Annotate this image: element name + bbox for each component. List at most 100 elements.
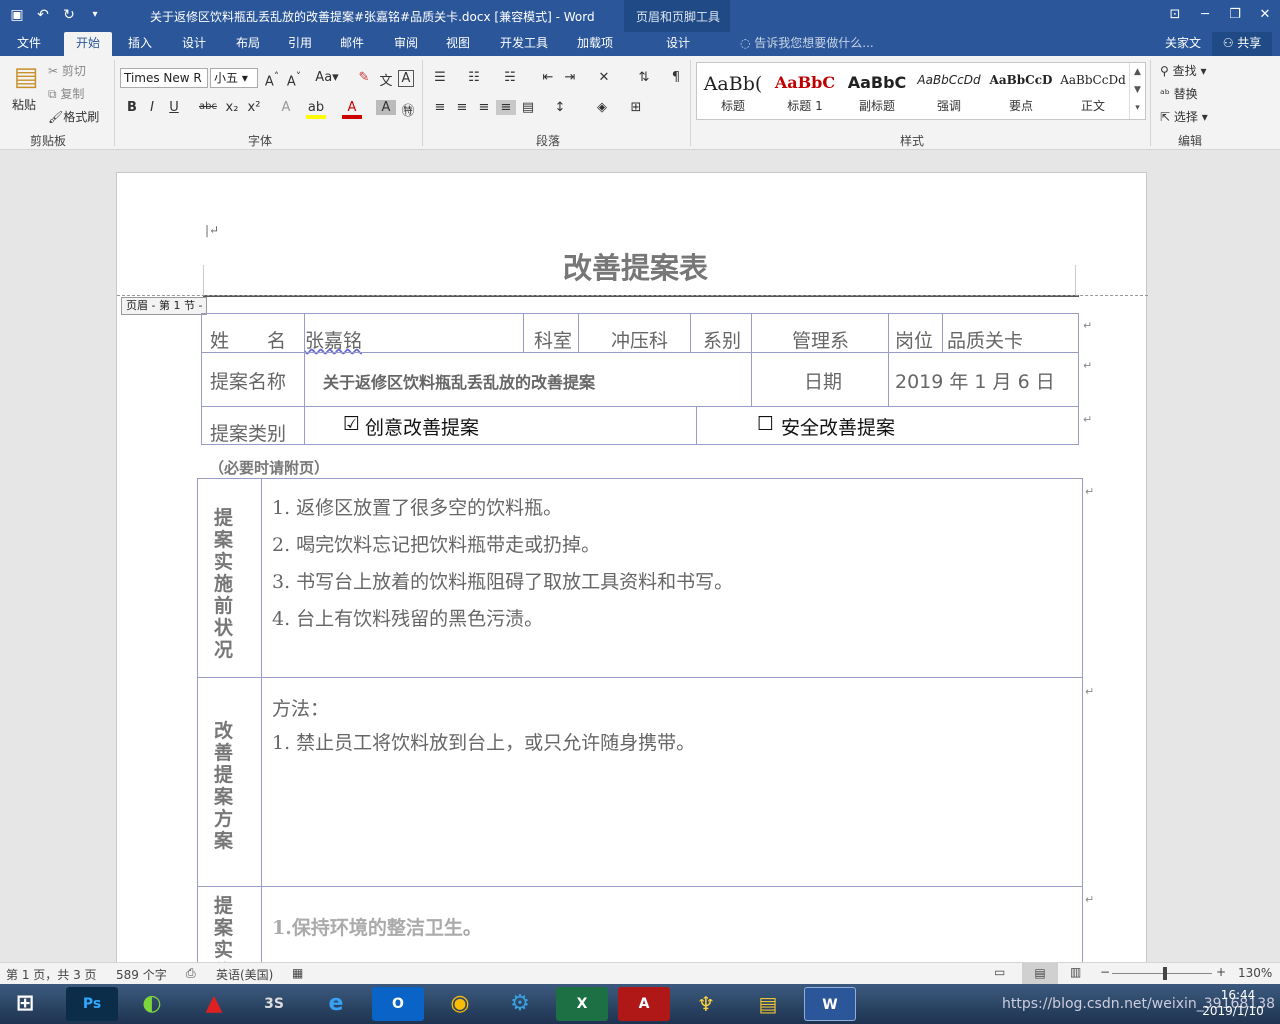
char-border-icon[interactable]: A [398, 70, 414, 87]
italic-icon[interactable]: I [142, 100, 162, 115]
subscript-icon[interactable]: x₂ [222, 100, 242, 115]
acrobat-icon[interactable]: A [618, 987, 670, 1021]
copy-button[interactable]: ⧉ 复制 [48, 85, 84, 102]
excel-icon[interactable]: X [556, 987, 608, 1021]
restore-button[interactable]: ❐ [1220, 0, 1250, 30]
outlook-icon[interactable]: O [372, 987, 424, 1021]
user-name[interactable]: 关家文 [1158, 32, 1208, 56]
grow-font-icon[interactable]: A˄ [262, 70, 282, 89]
bold-icon[interactable]: B [122, 100, 142, 115]
change-case-icon[interactable]: Aa▾ [312, 70, 342, 85]
tab-home[interactable]: 开始 [64, 32, 112, 56]
word-count[interactable]: 589 个字 [116, 966, 167, 983]
table-cell[interactable]: 姓 名 [201, 313, 305, 353]
font-size-box[interactable]: 小五 ▾ [210, 68, 258, 88]
align-left-icon[interactable]: ≡ [430, 100, 450, 115]
justify-icon[interactable]: ≡ [496, 100, 516, 115]
numbering-icon[interactable]: ☷ [464, 70, 484, 85]
zoom-in-icon[interactable]: + [1216, 965, 1226, 979]
table-cell[interactable]: 提案类别 [201, 406, 305, 445]
video-icon[interactable]: ⚙ [494, 987, 546, 1021]
solidworks-icon[interactable]: 3S [248, 987, 300, 1021]
table-cell[interactable]: 提案实施前状况 [197, 478, 262, 678]
shrink-font-icon[interactable]: A˅ [284, 70, 304, 89]
tell-me-box[interactable]: ◌ 告诉我您想要做什么... [740, 32, 890, 56]
header-tag[interactable]: 页眉 - 第 1 节 - [121, 297, 208, 315]
table-cell[interactable]: ☑ 创意改善提案 [304, 406, 697, 445]
python-icon[interactable]: ♆ [680, 987, 732, 1021]
zoom-out-icon[interactable]: − [1100, 965, 1110, 979]
zoom-slider[interactable] [1112, 973, 1212, 974]
table-cell[interactable]: 提案名称 [201, 352, 305, 407]
clock-date[interactable]: 2019/1/10 [1198, 1004, 1268, 1018]
table-cell[interactable]: ☐ 安全改善提案 [696, 406, 1079, 445]
photoshop-icon[interactable]: Ps [66, 987, 118, 1021]
save-icon[interactable]: ▣ [6, 4, 28, 26]
tab-mailings[interactable]: 邮件 [330, 32, 374, 56]
select-button[interactable]: ⇱ 选择 ▾ [1160, 108, 1208, 125]
table-cell[interactable]: 张嘉铭 [304, 313, 524, 353]
proofing-icon[interactable]: ⎙ [186, 966, 196, 981]
minimize-button[interactable]: ─ [1190, 0, 1220, 30]
redo-icon[interactable]: ↻ [58, 4, 80, 26]
language[interactable]: 英语(美国) [216, 966, 273, 983]
superscript-icon[interactable]: x² [244, 100, 264, 115]
tab-layout[interactable]: 布局 [226, 32, 270, 56]
increase-indent-icon[interactable]: ⇥ [560, 70, 580, 85]
tab-addins[interactable]: 加载项 [566, 32, 624, 56]
autocad-icon[interactable]: ▲ [188, 987, 240, 1021]
ribbon-display-icon[interactable]: ⊡ [1160, 0, 1190, 30]
tab-insert[interactable]: 插入 [118, 32, 162, 56]
table-cell[interactable]: 日期 [751, 352, 889, 407]
explorer-icon[interactable]: ▤ [742, 987, 794, 1021]
table-cell[interactable]: 管理系 [751, 313, 889, 353]
table-cell[interactable]: 1.保持环境的整洁卫生。 [261, 886, 1083, 962]
replace-button[interactable]: ᵃᵇ 替换 [1160, 85, 1198, 102]
close-button[interactable]: ✕ [1250, 0, 1280, 30]
tab-review[interactable]: 审阅 [384, 32, 428, 56]
style-heading1[interactable]: AaBbC 标题 1 [769, 63, 841, 119]
style-strong[interactable]: AaBbCcD 要点 [985, 63, 1057, 119]
read-mode-icon[interactable]: ▭ [994, 965, 1005, 979]
highlight-icon[interactable]: ab [306, 100, 326, 119]
clock-time[interactable]: 16:44 [1208, 988, 1268, 1002]
font-name-box[interactable]: Times New R [120, 68, 208, 88]
enclose-char-icon[interactable]: ㊕ [398, 100, 418, 119]
align-right-icon[interactable]: ≡ [474, 100, 494, 115]
format-painter-button[interactable]: 🖌格式刷 [48, 108, 99, 125]
chrome-icon[interactable]: ◉ [434, 987, 486, 1021]
paste-button[interactable]: 粘贴 [12, 96, 36, 113]
style-emphasis[interactable]: AaBbCcDd 强调 [913, 63, 985, 119]
style-title[interactable]: AaBb(标题 [697, 63, 769, 119]
table-cell[interactable]: 改善提案方案 [197, 677, 262, 887]
page-count[interactable]: 第 1 页，共 3 页 [6, 966, 97, 983]
word-icon[interactable]: W [804, 987, 856, 1021]
sort-icon[interactable]: ⇅ [634, 70, 654, 85]
decrease-indent-icon[interactable]: ⇤ [538, 70, 558, 85]
tab-view[interactable]: 视图 [436, 32, 480, 56]
paste-icon[interactable]: ▤ [12, 62, 40, 92]
clear-format-icon[interactable]: ✎ [354, 70, 374, 85]
start-icon[interactable]: ⊞ [2, 987, 48, 1021]
table-cell[interactable]: 2019 年 1 月 6 日 [888, 352, 1079, 407]
phonetic-guide-icon[interactable]: 文 [376, 70, 396, 89]
align-center-icon[interactable]: ≡ [452, 100, 472, 115]
print-layout-icon[interactable]: ▤ [1022, 963, 1058, 984]
gallery-scroll[interactable]: ▲ ▼ ▾ [1129, 63, 1145, 119]
table-cell[interactable]: 冲压科 [578, 313, 691, 353]
table-cell[interactable]: 科室 [523, 313, 579, 353]
strikethrough-icon[interactable]: abc [198, 101, 218, 112]
tab-file[interactable]: 文件 [6, 32, 52, 56]
font-color-icon[interactable]: A [342, 100, 362, 119]
text-effects-icon[interactable]: A [276, 100, 296, 115]
multilevel-list-icon[interactable]: ☵ [500, 70, 520, 85]
table-cell[interactable]: 方法： 1. 禁止员工将饮料放到台上，或只允许随身携带。 [261, 677, 1083, 887]
customize-qat-icon[interactable]: ▾ [84, 4, 106, 26]
table-cell[interactable]: 关于返修区饮料瓶乱丢乱放的改善提案 [304, 352, 752, 407]
tab-design[interactable]: 设计 [172, 32, 216, 56]
show-marks-icon[interactable]: ¶ [666, 70, 686, 85]
zoom-slider-thumb[interactable] [1163, 967, 1167, 980]
share-button[interactable]: ⚇ 共享 [1212, 32, 1272, 56]
tab-references[interactable]: 引用 [278, 32, 322, 56]
table-cell[interactable]: 品质关卡 [942, 313, 1079, 353]
